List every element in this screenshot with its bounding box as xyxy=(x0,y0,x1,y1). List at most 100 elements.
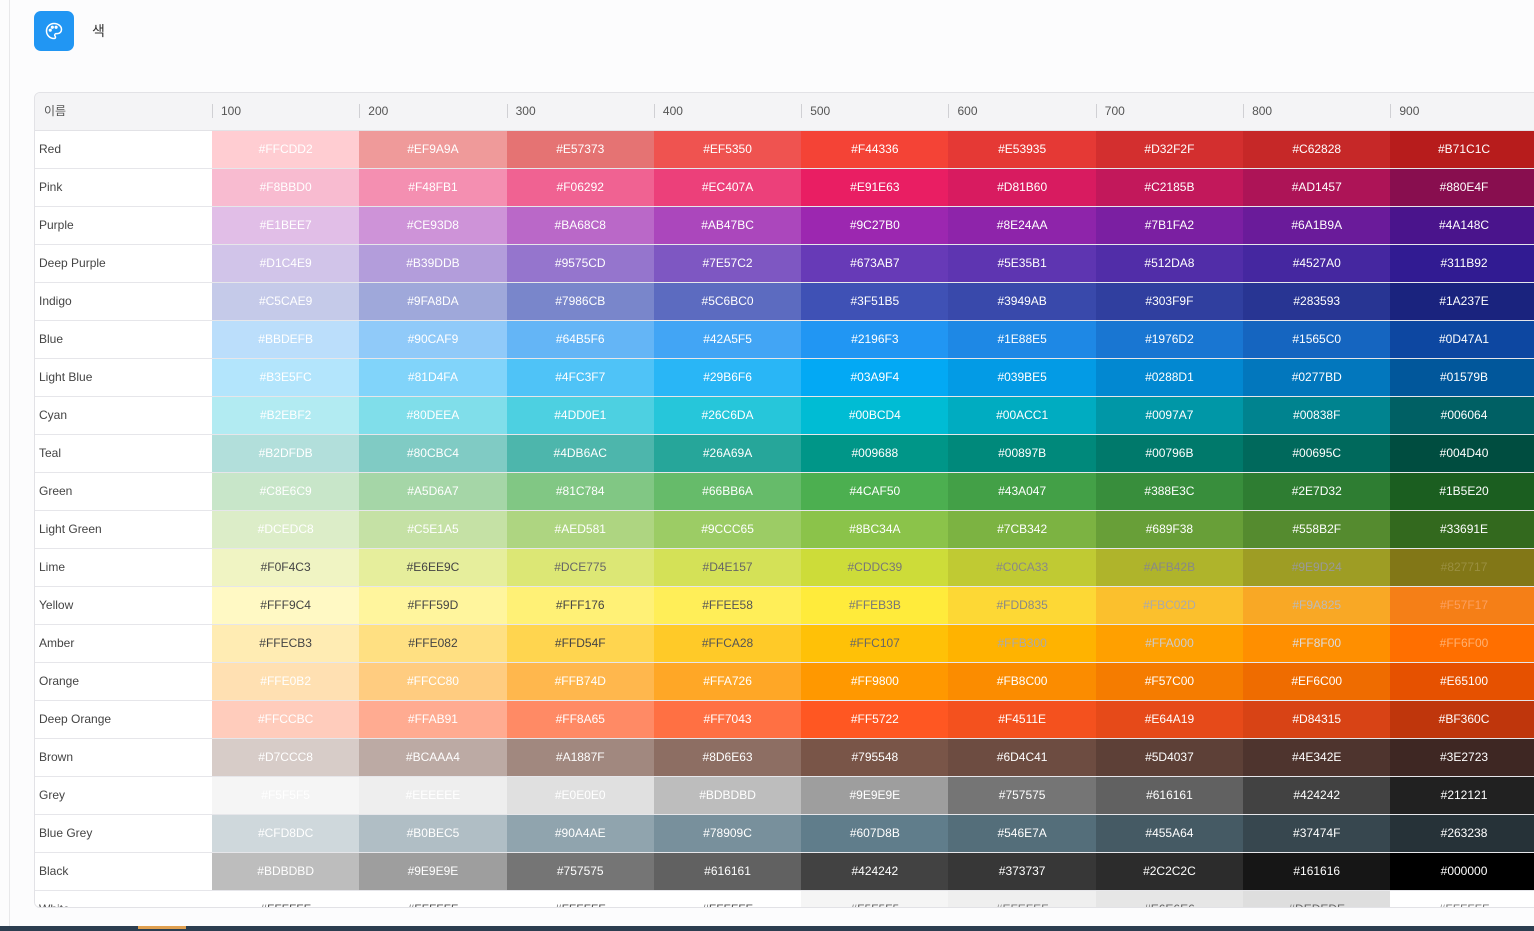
color-swatch[interactable]: #EF5350 xyxy=(653,131,802,168)
color-swatch[interactable]: #B2EBF2 xyxy=(212,397,360,434)
color-swatch[interactable]: #B3E5FC xyxy=(212,359,360,396)
palette-icon[interactable] xyxy=(34,11,74,51)
color-swatch[interactable]: #E1BEE7 xyxy=(212,207,360,244)
color-swatch[interactable]: #F57C00 xyxy=(1095,663,1244,700)
color-swatch[interactable]: #C8E6C9 xyxy=(212,473,360,510)
color-swatch[interactable]: #9E9E9E xyxy=(801,777,949,814)
color-swatch[interactable]: #BBDEFB xyxy=(212,321,360,358)
color-swatch[interactable]: #FFC107 xyxy=(801,625,949,662)
color-swatch[interactable]: #FFFFFF xyxy=(1390,891,1534,907)
color-swatch[interactable]: #FFF9C4 xyxy=(212,587,360,624)
color-swatch[interactable]: #DCEDC8 xyxy=(212,511,360,548)
color-swatch[interactable]: #BDBDBD xyxy=(653,777,802,814)
color-swatch[interactable]: #2C2C2C xyxy=(1095,853,1244,890)
color-swatch[interactable]: #F9A825 xyxy=(1243,587,1391,624)
color-swatch[interactable]: #4FC3F7 xyxy=(506,359,654,396)
color-swatch[interactable]: #8BC34A xyxy=(801,511,949,548)
color-swatch[interactable]: #DCE775 xyxy=(506,549,654,586)
color-swatch[interactable]: #F0F4C3 xyxy=(212,549,360,586)
color-swatch[interactable]: #B2DFDB xyxy=(212,435,360,472)
color-swatch[interactable]: #9E9D24 xyxy=(1243,549,1391,586)
color-swatch[interactable]: #6D4C41 xyxy=(948,739,1096,776)
color-swatch[interactable]: #BA68C8 xyxy=(506,207,654,244)
color-swatch[interactable]: #F8BBD0 xyxy=(212,169,360,206)
color-swatch[interactable]: #1565C0 xyxy=(1243,321,1391,358)
color-swatch[interactable]: #01579B xyxy=(1390,359,1534,396)
color-swatch[interactable]: #CFD8DC xyxy=(212,815,360,852)
color-swatch[interactable]: #FFAB91 xyxy=(359,701,507,738)
color-swatch[interactable]: #A5D6A7 xyxy=(359,473,507,510)
color-swatch[interactable]: #FFCC80 xyxy=(359,663,507,700)
color-swatch[interactable]: #00897B xyxy=(948,435,1096,472)
color-swatch[interactable]: #455A64 xyxy=(1095,815,1244,852)
color-swatch[interactable]: #0D47A1 xyxy=(1390,321,1534,358)
color-swatch[interactable]: #D81B60 xyxy=(948,169,1096,206)
color-swatch[interactable]: #B71C1C xyxy=(1390,131,1534,168)
color-swatch[interactable]: #9FA8DA xyxy=(359,283,507,320)
color-swatch[interactable]: #C5CAE9 xyxy=(212,283,360,320)
column-header-100[interactable]: 100 xyxy=(212,93,359,130)
color-swatch[interactable]: #EC407A xyxy=(653,169,802,206)
color-swatch[interactable]: #64B5F6 xyxy=(506,321,654,358)
color-swatch[interactable]: #FFB74D xyxy=(506,663,654,700)
color-swatch[interactable]: #7B1FA2 xyxy=(1095,207,1244,244)
color-swatch[interactable]: #78909C xyxy=(653,815,802,852)
color-swatch[interactable]: #8E24AA xyxy=(948,207,1096,244)
color-swatch[interactable]: #673AB7 xyxy=(801,245,949,282)
color-swatch[interactable]: #9C27B0 xyxy=(801,207,949,244)
color-swatch[interactable]: #E57373 xyxy=(506,131,654,168)
color-swatch[interactable]: #689F38 xyxy=(1095,511,1244,548)
color-swatch[interactable]: #827717 xyxy=(1390,549,1534,586)
color-swatch[interactable]: #4A148C xyxy=(1390,207,1534,244)
column-header-900[interactable]: 900 xyxy=(1390,93,1534,130)
color-swatch[interactable]: #D84315 xyxy=(1243,701,1391,738)
color-swatch[interactable]: #5C6BC0 xyxy=(653,283,802,320)
color-swatch[interactable]: #FFF59D xyxy=(359,587,507,624)
color-swatch[interactable]: #DEDEDE xyxy=(1243,891,1391,907)
color-swatch[interactable]: #F44336 xyxy=(801,131,949,168)
color-swatch[interactable]: #FFFFFF xyxy=(212,891,360,907)
color-swatch[interactable]: #1976D2 xyxy=(1095,321,1244,358)
color-swatch[interactable]: #4E342E xyxy=(1243,739,1391,776)
color-swatch[interactable]: #A1887F xyxy=(506,739,654,776)
color-swatch[interactable]: #757575 xyxy=(506,853,654,890)
color-swatch[interactable]: #1E88E5 xyxy=(948,321,1096,358)
color-swatch[interactable]: #F57F17 xyxy=(1390,587,1534,624)
color-swatch[interactable]: #616161 xyxy=(653,853,802,890)
color-swatch[interactable]: #C0CA33 xyxy=(948,549,1096,586)
color-swatch[interactable]: #FF9800 xyxy=(801,663,949,700)
color-swatch[interactable]: #FF6F00 xyxy=(1390,625,1534,662)
color-swatch[interactable]: #424242 xyxy=(801,853,949,890)
color-swatch[interactable]: #0097A7 xyxy=(1095,397,1244,434)
color-swatch[interactable]: #00ACC1 xyxy=(948,397,1096,434)
color-swatch[interactable]: #311B92 xyxy=(1390,245,1534,282)
color-swatch[interactable]: #757575 xyxy=(948,777,1096,814)
color-swatch[interactable]: #81D4FA xyxy=(359,359,507,396)
color-swatch[interactable]: #B39DDB xyxy=(359,245,507,282)
color-swatch[interactable]: #AFB42B xyxy=(1095,549,1244,586)
column-header-300[interactable]: 300 xyxy=(506,93,654,130)
column-header-200[interactable]: 200 xyxy=(359,93,506,130)
color-swatch[interactable]: #37474F xyxy=(1243,815,1391,852)
color-swatch[interactable]: #D1C4E9 xyxy=(212,245,360,282)
color-swatch[interactable]: #FFE082 xyxy=(359,625,507,662)
color-swatch[interactable]: #B0BEC5 xyxy=(359,815,507,852)
color-swatch[interactable]: #006064 xyxy=(1390,397,1534,434)
color-swatch[interactable]: #880E4F xyxy=(1390,169,1534,206)
color-swatch[interactable]: #FFB300 xyxy=(948,625,1096,662)
color-swatch[interactable]: #E0E0E0 xyxy=(506,777,654,814)
color-swatch[interactable]: #FF5722 xyxy=(801,701,949,738)
color-swatch[interactable]: #009688 xyxy=(801,435,949,472)
column-header-400[interactable]: 400 xyxy=(653,93,801,130)
color-swatch[interactable]: #C2185B xyxy=(1095,169,1244,206)
column-header-500[interactable]: 500 xyxy=(801,93,948,130)
color-swatch[interactable]: #FFEE58 xyxy=(653,587,802,624)
color-swatch[interactable]: #F06292 xyxy=(506,169,654,206)
color-swatch[interactable]: #90A4AE xyxy=(506,815,654,852)
color-swatch[interactable]: #FFCCBC xyxy=(212,701,360,738)
color-swatch[interactable]: #26A69A xyxy=(653,435,802,472)
color-swatch[interactable]: #1A237E xyxy=(1390,283,1534,320)
color-swatch[interactable]: #0288D1 xyxy=(1095,359,1244,396)
color-swatch[interactable]: #263238 xyxy=(1390,815,1534,852)
color-swatch[interactable]: #FFECB3 xyxy=(212,625,360,662)
